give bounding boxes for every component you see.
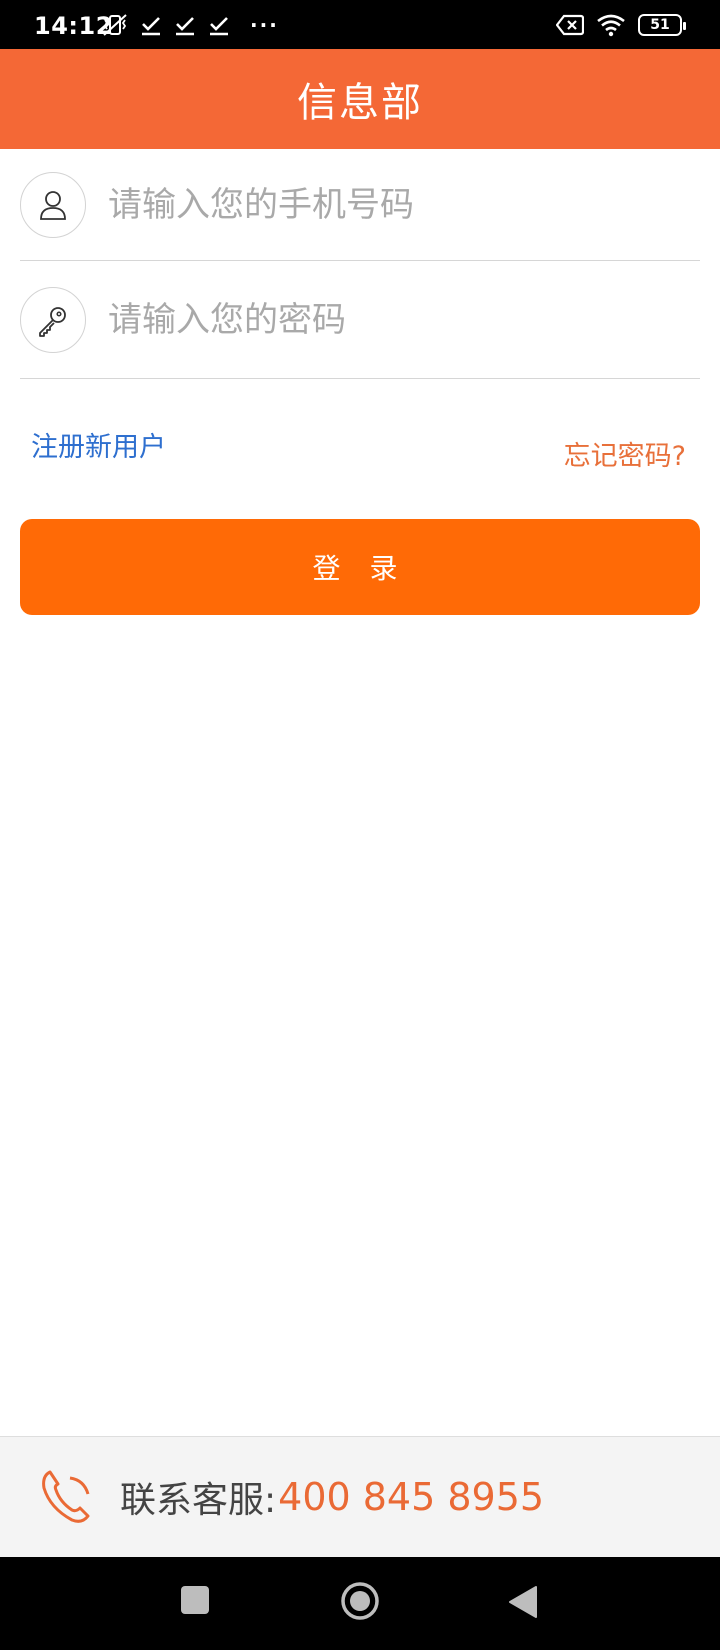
- battery-icon: 51: [638, 14, 686, 36]
- page-title: 信息部: [297, 80, 423, 126]
- status-bar: 14:12 ··· 51: [0, 0, 720, 49]
- phone-input[interactable]: [108, 184, 668, 225]
- password-input[interactable]: [108, 299, 668, 340]
- forgot-password-link[interactable]: 忘记密码?: [564, 434, 686, 473]
- phone-icon: [40, 1468, 98, 1526]
- key-icon: [20, 286, 86, 353]
- user-icon: [20, 171, 86, 238]
- status-right-icons: 51: [556, 13, 686, 37]
- check-icon: [140, 14, 162, 36]
- sim-error-icon: [556, 14, 584, 36]
- customer-service-bar[interactable]: 联系客服: 400 845 8955: [0, 1436, 720, 1557]
- contact-phone[interactable]: 400 845 8955: [278, 1475, 544, 1519]
- status-left-icons: ···: [102, 13, 279, 37]
- wifi-icon: [596, 13, 626, 37]
- status-overflow: ···: [250, 13, 279, 37]
- phone-field-row: [20, 149, 700, 261]
- login-button[interactable]: 登 录: [20, 519, 700, 615]
- login-screen: 14:12 ··· 51 信息部 请输入您的手机号码 注册新用户 忘记密码? 登…: [0, 0, 720, 1650]
- system-nav-bar: [0, 1557, 720, 1650]
- vibrate-off-icon: [102, 13, 128, 37]
- recent-apps-icon[interactable]: [180, 1585, 210, 1615]
- check-icon: [208, 14, 230, 36]
- password-field-row: [20, 261, 700, 379]
- contact-label: 联系客服:: [120, 1480, 277, 1521]
- back-icon[interactable]: [508, 1585, 538, 1619]
- app-header: 信息部: [0, 49, 720, 149]
- home-icon[interactable]: [340, 1581, 380, 1621]
- check-icon: [174, 14, 196, 36]
- register-link[interactable]: 注册新用户: [31, 425, 166, 464]
